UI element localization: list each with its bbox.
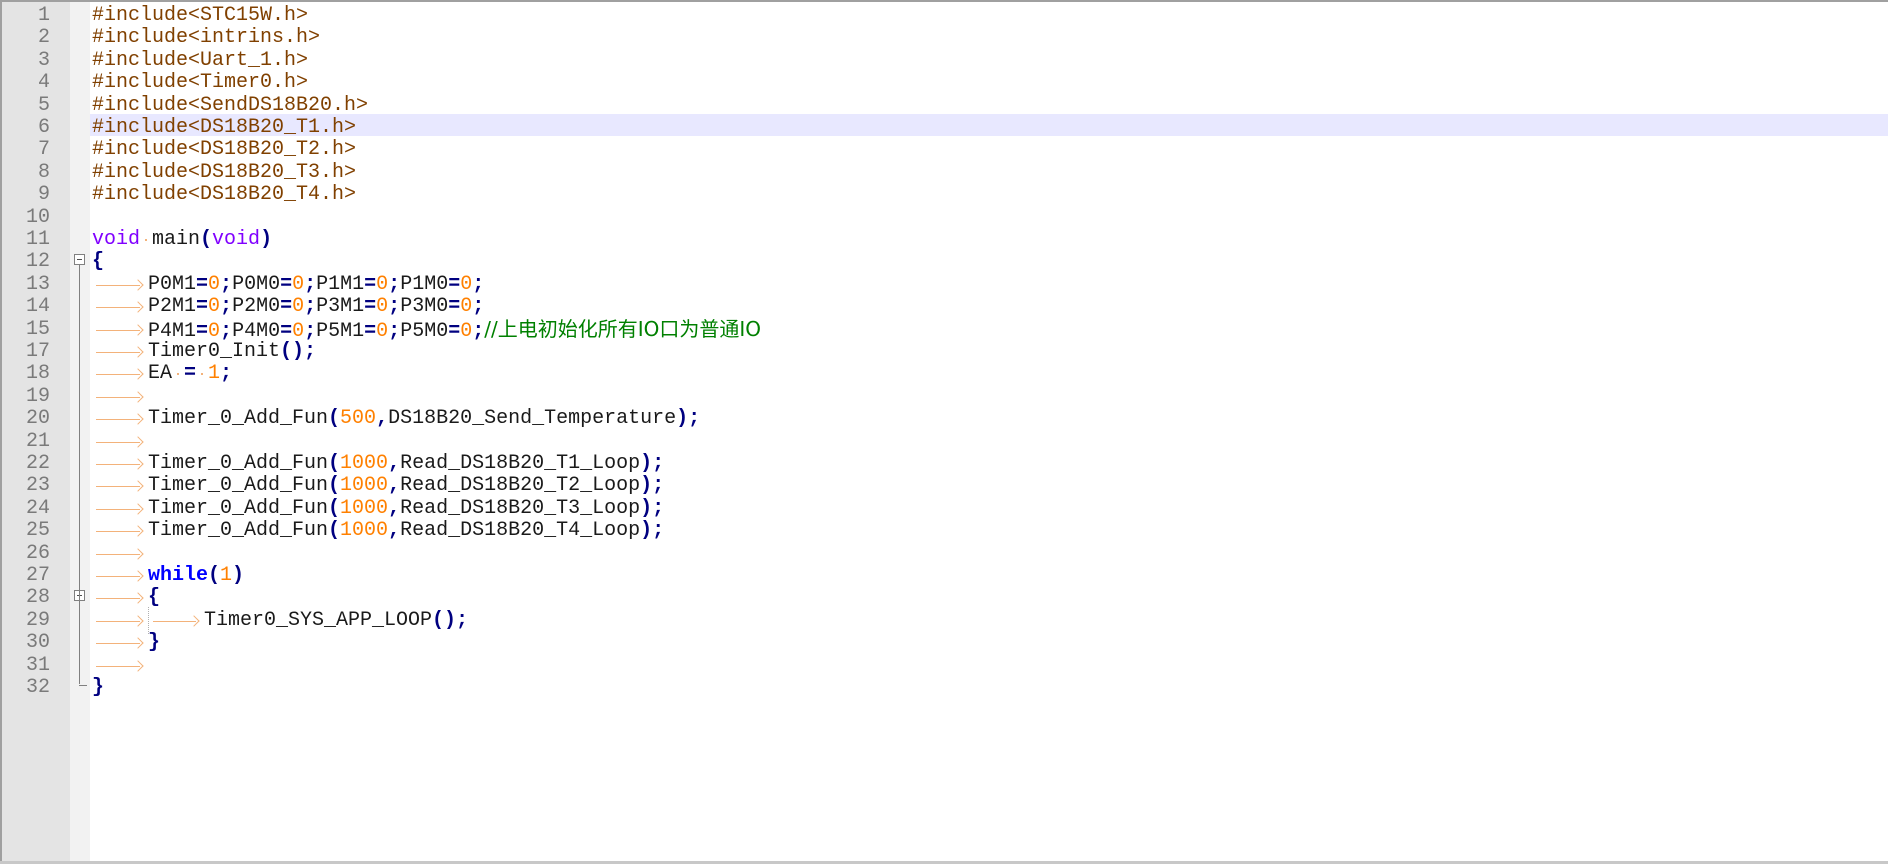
code-token-op: =	[184, 362, 197, 386]
code-token-op: ;	[220, 362, 233, 386]
code-token-txt: DS18B20_Send_Temperature	[388, 407, 677, 431]
code-token-txt: Read_DS18B20_T4_Loop	[400, 519, 641, 543]
code-token-cmt: //上电初始化所有IO口为普通IO	[484, 316, 762, 341]
code-token-txt: Timer_0_Add_Fun	[148, 407, 329, 431]
code-token-op: =	[364, 319, 377, 343]
code-token-op: (	[328, 519, 341, 543]
code-token-op: (	[208, 564, 221, 587]
code-token-op: ;	[388, 319, 401, 343]
fold-minus-icon[interactable]	[74, 253, 85, 265]
code-token-num: 0	[460, 319, 473, 343]
code-line[interactable]: Timer_0_Add_Fun(500,DS18B20_Send_Tempera…	[92, 405, 700, 432]
code-token-txt: main	[152, 228, 201, 251]
code-token-op: ();	[432, 608, 469, 632]
space-dot-icon	[140, 226, 152, 253]
fold-margin[interactable]	[70, 2, 90, 861]
code-editor[interactable]: 1 #include<STC15W.h> 2 #include<intrins.h> 3…	[0, 0, 1888, 864]
code-token-txt: Timer_0_Add_Fun	[148, 519, 329, 543]
code-token-txt: P5M1	[316, 319, 365, 343]
space-dot-icon	[196, 360, 208, 387]
fold-line	[79, 264, 80, 685]
code-token-op: (	[200, 228, 213, 251]
code-token-txt: P5M0	[400, 319, 449, 343]
code-token-op: )	[232, 564, 245, 587]
code-token-op: }	[148, 631, 161, 655]
code-token-op: )	[260, 228, 273, 251]
code-token-num: 0	[376, 319, 389, 343]
code-token-op: );	[640, 519, 665, 543]
code-token-op: ,	[388, 519, 401, 543]
code-token-txt: EA	[148, 362, 173, 386]
code-token-num: 500	[340, 407, 377, 431]
fold-end-marker	[79, 684, 87, 686]
space-dot-icon	[172, 360, 184, 387]
code-token-op: (	[328, 407, 341, 431]
code-line[interactable]: void main(void)	[92, 226, 272, 253]
code-token-txt: Timer0_SYS_APP_LOOP	[204, 608, 433, 632]
code-token-op: ;	[472, 319, 485, 343]
code-token-op: );	[676, 407, 701, 431]
code-token-num: 1000	[340, 519, 389, 543]
code-token-op: }	[92, 676, 105, 699]
code-token-op: ();	[280, 340, 317, 363]
code-token-op: =	[448, 319, 461, 343]
code-line[interactable]: #include<DS18B20_T4.h>	[92, 181, 356, 208]
code-token-op: ,	[376, 407, 389, 431]
line-number: 32	[25, 676, 50, 699]
code-token-kw-type: void	[212, 228, 261, 251]
code-token-pp: #include<DS18B20_T4.h>	[92, 183, 357, 207]
code-line[interactable]: }	[92, 674, 104, 701]
code-token-num: 1	[208, 362, 221, 386]
code-token-num: 1	[220, 564, 233, 587]
code-line[interactable]: Timer_0_Add_Fun(1000,Read_DS18B20_T4_Loo…	[92, 517, 664, 544]
